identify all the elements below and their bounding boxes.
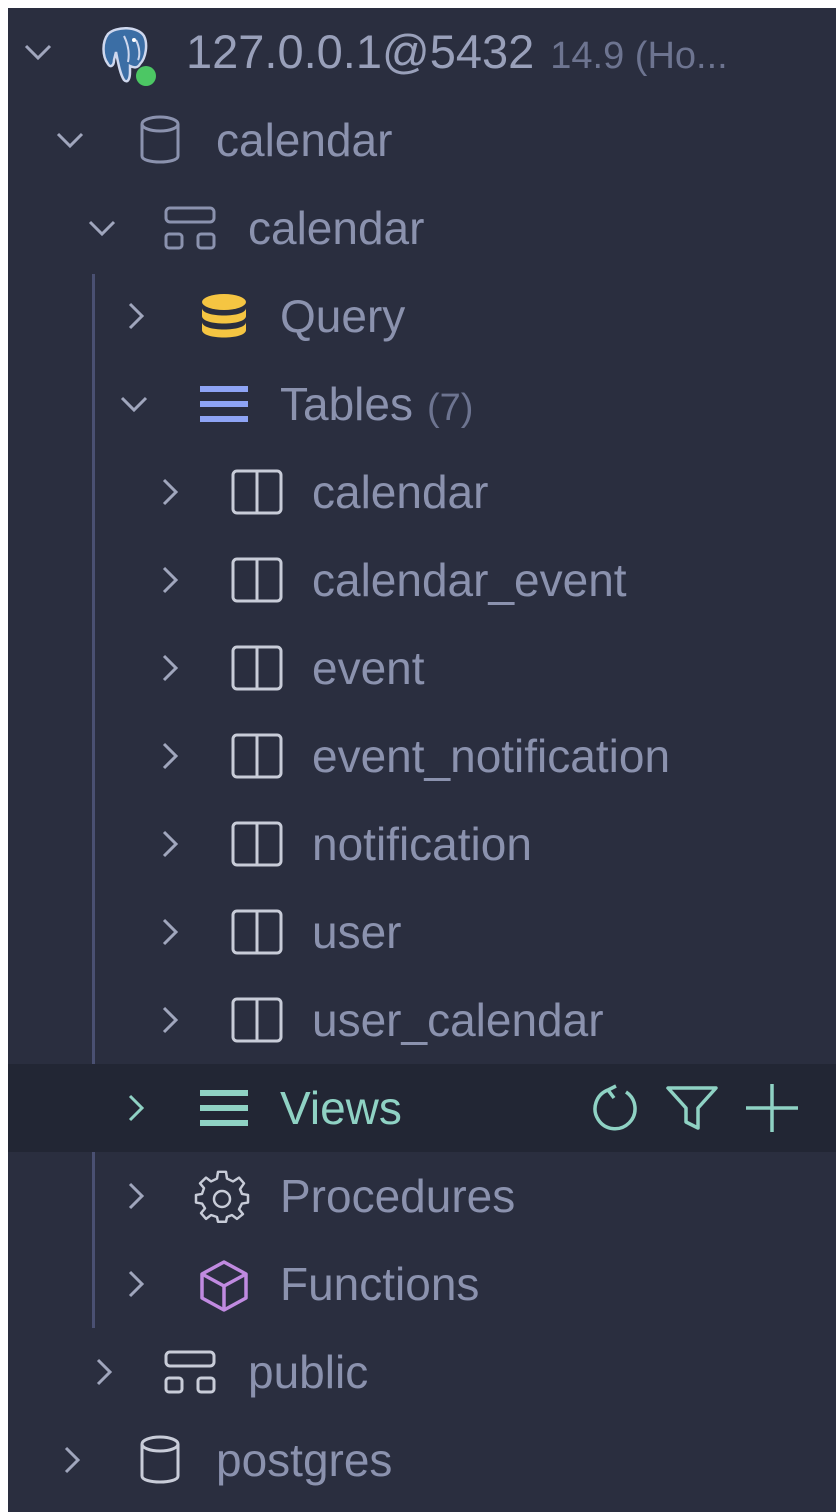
tree-item-database-postgres[interactable]: postgres (8, 1416, 836, 1504)
tree-item-views[interactable]: Views (8, 1064, 836, 1152)
table-icon (230, 556, 286, 604)
tables-list-icon (196, 380, 252, 428)
chevron-right-icon[interactable] (154, 740, 186, 772)
chevron-right-icon[interactable] (120, 1268, 152, 1300)
connection-version: 14.9 (Ho... (550, 35, 728, 77)
chevron-right-icon[interactable] (120, 300, 152, 332)
table-icon (230, 644, 286, 692)
tree-item-database[interactable]: calendar (8, 96, 836, 184)
database-icon (136, 1434, 184, 1486)
table-name: user_calendar (312, 994, 604, 1046)
tree-item-connection[interactable]: 127.0.0.1@5432 14.9 (Ho... (8, 8, 836, 96)
table-name: calendar_event (312, 554, 627, 606)
connection-label: 127.0.0.1@5432 14.9 (Ho... (186, 8, 728, 96)
chevron-down-icon[interactable] (86, 212, 118, 244)
table-row[interactable]: notification (8, 800, 836, 888)
schema-icon (162, 1348, 218, 1396)
table-icon (230, 996, 286, 1044)
cube-icon (196, 1258, 252, 1314)
tree-item-query[interactable]: Query (8, 272, 836, 360)
connection-host: 127.0.0.1@5432 (186, 25, 535, 78)
views-label: Views (280, 1082, 402, 1134)
table-icon (230, 468, 286, 516)
tables-title: Tables (280, 378, 413, 430)
table-name: user (312, 906, 402, 958)
chevron-down-icon[interactable] (118, 388, 150, 420)
chevron-down-icon[interactable] (54, 124, 86, 156)
table-name: calendar (312, 466, 489, 518)
tables-label: Tables (7) (280, 360, 473, 448)
refresh-icon[interactable] (586, 1082, 642, 1134)
table-row[interactable]: calendar_event (8, 536, 836, 624)
chevron-right-icon[interactable] (154, 916, 186, 948)
schema-name: public (248, 1346, 369, 1398)
chevron-right-icon[interactable] (154, 564, 186, 596)
chevron-right-icon[interactable] (154, 828, 186, 860)
tree-item-schema-public[interactable]: public (8, 1328, 836, 1416)
filter-icon[interactable] (664, 1082, 720, 1134)
tree-item-procedures[interactable]: Procedures (8, 1152, 836, 1240)
table-row[interactable]: user (8, 888, 836, 976)
database-name: calendar (216, 114, 393, 166)
query-label: Query (280, 290, 406, 342)
tables-count: (7) (426, 387, 474, 429)
connection-status-dot (136, 66, 156, 86)
chevron-right-icon[interactable] (154, 476, 186, 508)
table-row[interactable]: user_calendar (8, 976, 836, 1064)
chevron-right-icon[interactable] (120, 1180, 152, 1212)
database-explorer-tree: 127.0.0.1@5432 14.9 (Ho... calendar calen… (8, 8, 836, 1512)
add-icon[interactable] (744, 1082, 800, 1134)
functions-label: Functions (280, 1258, 480, 1310)
query-stack-icon (196, 292, 252, 340)
table-icon (230, 732, 286, 780)
table-name: notification (312, 818, 532, 870)
tree-item-functions[interactable]: Functions (8, 1240, 836, 1328)
table-name: event_notification (312, 730, 671, 782)
chevron-down-icon[interactable] (22, 36, 54, 68)
schema-name: calendar (248, 202, 425, 254)
database-name: postgres (216, 1434, 393, 1486)
chevron-right-icon[interactable] (154, 1004, 186, 1036)
table-name: event (312, 642, 425, 694)
database-icon (136, 114, 184, 166)
table-row[interactable]: event_notification (8, 712, 836, 800)
table-icon (230, 820, 286, 868)
tree-item-tables[interactable]: Tables (7) (8, 360, 836, 448)
gear-icon (194, 1170, 250, 1226)
table-row[interactable]: calendar (8, 448, 836, 536)
table-icon (230, 908, 286, 956)
chevron-right-icon[interactable] (88, 1356, 120, 1388)
tree-item-schema[interactable]: calendar (8, 184, 836, 272)
chevron-right-icon[interactable] (154, 652, 186, 684)
schema-icon (162, 204, 218, 252)
procedures-label: Procedures (280, 1170, 516, 1222)
chevron-right-icon[interactable] (120, 1092, 152, 1124)
chevron-right-icon[interactable] (56, 1444, 88, 1476)
table-row[interactable]: event (8, 624, 836, 712)
views-list-icon (196, 1084, 252, 1132)
